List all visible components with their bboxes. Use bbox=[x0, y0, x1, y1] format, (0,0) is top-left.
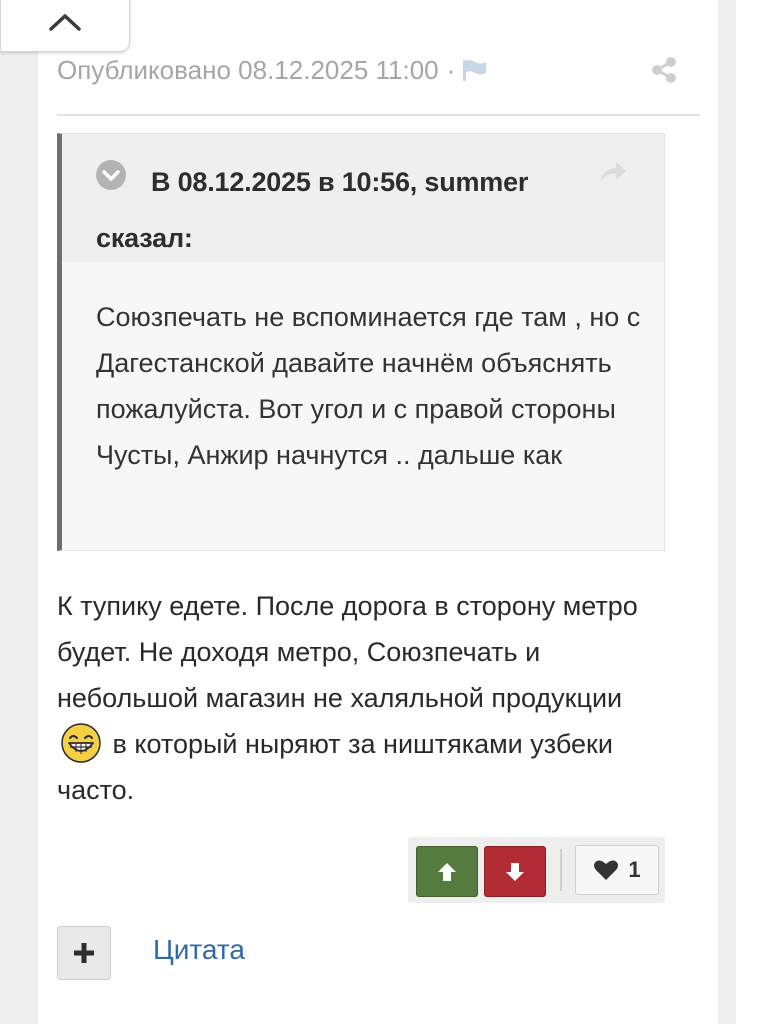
chevron-up-icon bbox=[49, 14, 81, 31]
reputation-bar: 1 bbox=[408, 837, 665, 903]
meta-divider bbox=[57, 114, 700, 116]
reputation-separator bbox=[560, 849, 562, 891]
plus-icon bbox=[74, 943, 94, 963]
like-count: 1 bbox=[628, 857, 641, 882]
quote-block: В 08.12.2025 в 10:56, summer сказал: Сою… bbox=[57, 133, 665, 551]
post-meta: Опубликовано 08.12.2025 11:00 · bbox=[57, 50, 677, 90]
share-icon[interactable] bbox=[650, 56, 678, 89]
arrow-up-icon bbox=[438, 862, 456, 881]
quote-author-line: В 08.12.2025 в 10:56, summer сказал: bbox=[96, 167, 529, 253]
multiquote-add-button[interactable] bbox=[57, 926, 111, 980]
scroll-to-top-button[interactable] bbox=[0, 0, 130, 52]
meta-separator: · bbox=[446, 54, 456, 85]
post-date: Опубликовано 08.12.2025 11:00 bbox=[57, 54, 439, 85]
grinning-face-emoji bbox=[61, 723, 101, 763]
heart-icon bbox=[594, 860, 619, 880]
quote-header: В 08.12.2025 в 10:56, summer сказал: bbox=[62, 134, 664, 262]
post-body: К тупику едете. После дорога в сторону м… bbox=[57, 583, 677, 813]
post-text-part1: К тупику едете. После дорога в сторону м… bbox=[57, 591, 638, 713]
downvote-button[interactable] bbox=[484, 846, 546, 897]
like-count-button[interactable]: 1 bbox=[575, 845, 659, 895]
post-text-part2: в который ныряют за ништяками узбеки час… bbox=[57, 729, 613, 805]
upvote-button[interactable] bbox=[416, 846, 478, 897]
quote-text: Союзпечать не вспоминается где там , но … bbox=[96, 302, 641, 470]
report-flag-icon[interactable] bbox=[461, 58, 489, 82]
go-to-quoted-post-icon[interactable] bbox=[598, 160, 628, 186]
page-right-edge bbox=[736, 0, 757, 1024]
arrow-down-icon bbox=[506, 862, 524, 881]
quote-link[interactable]: Цитата bbox=[153, 934, 245, 966]
